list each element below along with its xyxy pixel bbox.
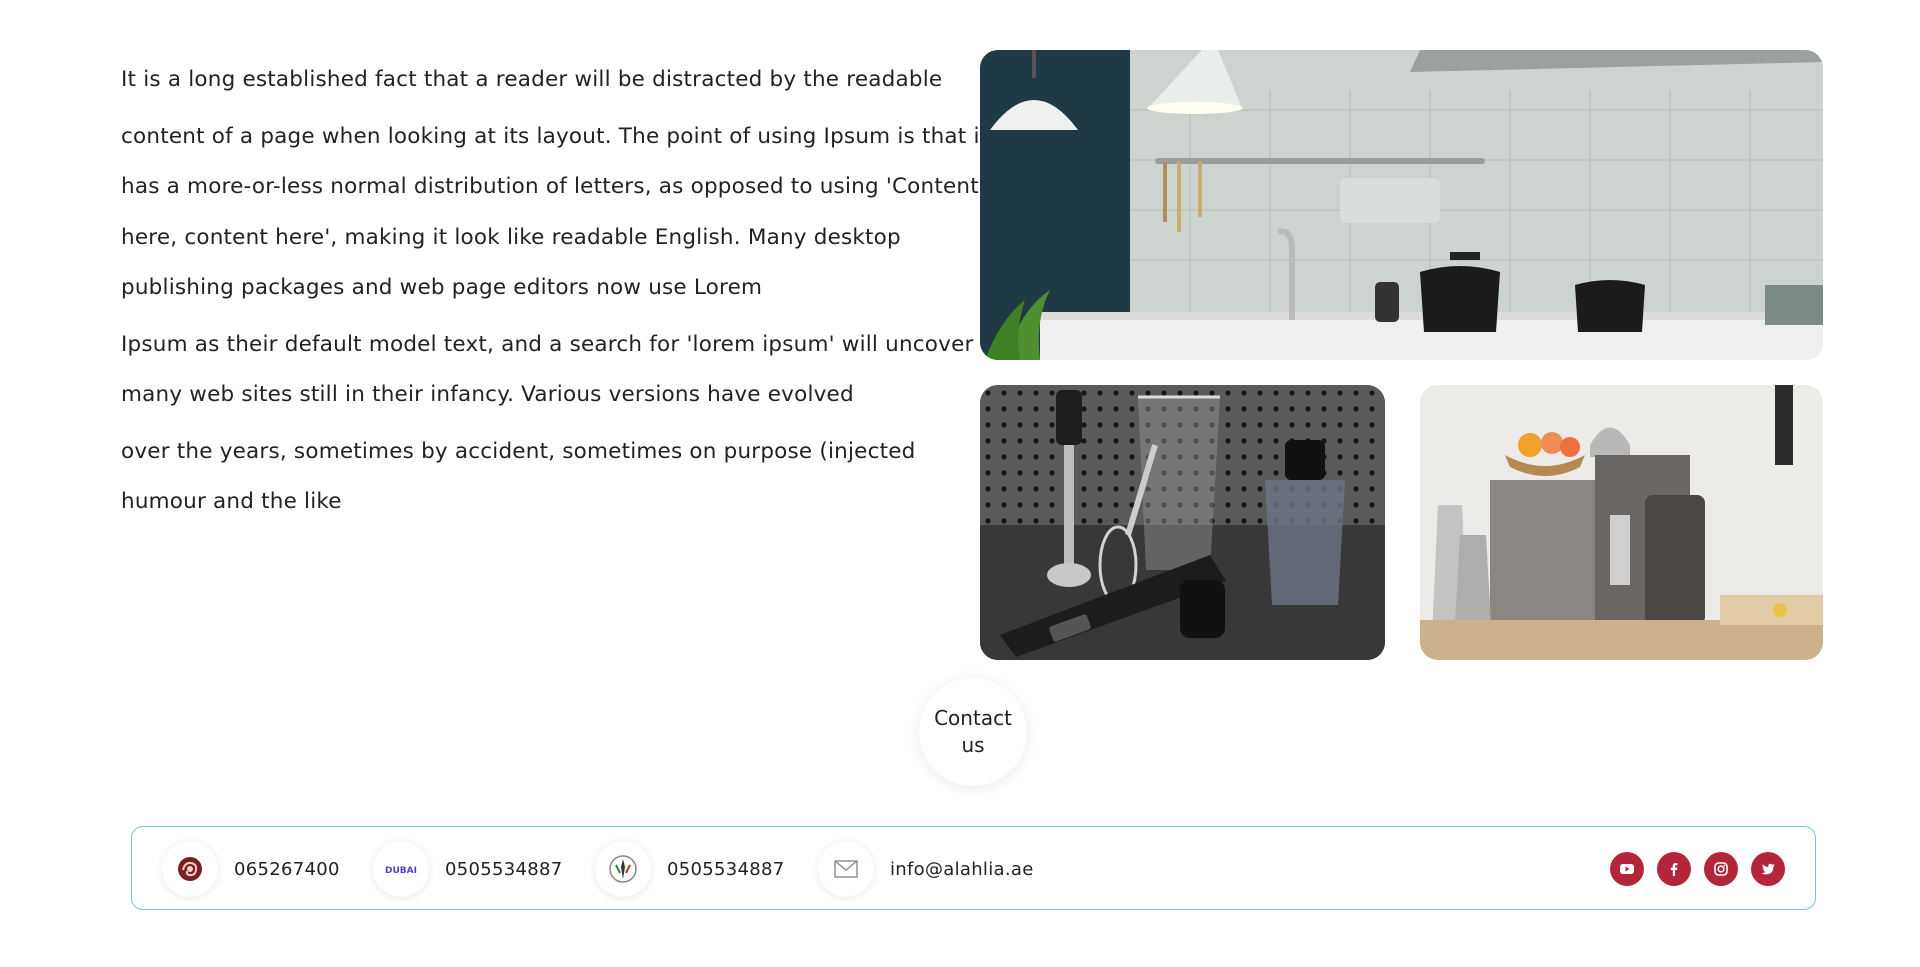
dubai-logo-text: DUBAI xyxy=(385,866,417,876)
email-item[interactable]: info@alahlia.ae xyxy=(818,827,1034,911)
text-line: many web sites still in their infancy. V… xyxy=(121,382,854,407)
phone-item[interactable]: 065267400 xyxy=(162,827,340,911)
emblem-logo-icon xyxy=(595,841,651,897)
social-links xyxy=(1610,852,1785,886)
contact-us-button[interactable]: Contact us xyxy=(919,678,1027,786)
phone-item[interactable]: 0505534887 xyxy=(595,827,785,911)
text-line: Ipsum as their default model text, and a… xyxy=(121,331,974,357)
phone-number: 065267400 xyxy=(234,858,340,880)
kitchen-image xyxy=(980,50,1823,360)
dubai-logo-icon: DUBAI xyxy=(373,841,429,897)
contact-us-label: Contact us xyxy=(934,706,1012,757)
facebook-icon[interactable] xyxy=(1657,852,1691,886)
text-line: publishing packages and web page editors… xyxy=(121,275,763,300)
coffee-machines-image xyxy=(1420,385,1823,660)
youtube-icon[interactable] xyxy=(1610,852,1644,886)
text-line: has a more-or-less normal distribution o… xyxy=(121,174,979,199)
email-address: info@alahlia.ae xyxy=(890,858,1034,880)
about-text: It is a long established fact that a rea… xyxy=(121,55,989,528)
twitter-icon[interactable] xyxy=(1751,852,1785,886)
instagram-icon[interactable] xyxy=(1704,852,1738,886)
contact-bar: 065267400 DUBAI 0505534887 0505534887 in… xyxy=(131,826,1816,910)
text-line: It is a long established fact that a rea… xyxy=(121,67,943,92)
text-line: here, content here', making it look like… xyxy=(121,224,901,250)
phone-number: 0505534887 xyxy=(667,858,785,880)
brand-logo-icon xyxy=(162,841,218,897)
text-line: over the years, sometimes by accident, s… xyxy=(121,438,916,464)
hand-blender-image xyxy=(980,385,1385,660)
phone-item[interactable]: DUBAI 0505534887 xyxy=(373,827,563,911)
text-line: content of a page when looking at its la… xyxy=(121,123,989,149)
mail-icon xyxy=(818,841,874,897)
phone-number: 0505534887 xyxy=(445,858,563,880)
page: It is a long established fact that a rea… xyxy=(0,0,1920,967)
text-line: humour and the like xyxy=(121,489,342,514)
